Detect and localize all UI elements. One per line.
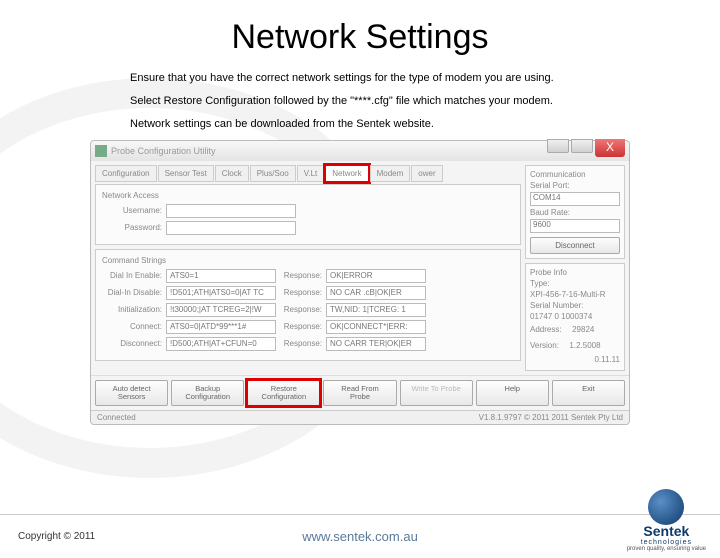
response-label: Response: [280,288,322,297]
probe-serial-label: Serial Number: [530,301,620,310]
baud-rate-label: Baud Rate: [530,208,620,217]
copyright: Copyright © 2011 [18,531,95,542]
cmd-label: Disconnect: [102,339,162,348]
cmd-label: Initialization: [102,305,162,314]
command-row: Connect: Response: [102,320,514,334]
command-strings-group: Command Strings Dial In Enable: Response:… [95,249,521,361]
tab-clock[interactable]: Clock [215,165,249,182]
write-to-probe-button[interactable]: Write To Probe [400,380,473,407]
cmd-label: Dial-In Disable: [102,288,162,297]
response-input[interactable] [326,320,426,334]
probe-ver: 1.2.5008 [569,341,600,350]
app-window: Probe Configuration Utility X Configurat… [90,140,630,426]
response-label: Response: [280,271,322,280]
backup-config-button[interactable]: BackupConfiguration [171,380,244,407]
desc-line-3: Network settings can be downloaded from … [130,117,590,132]
tab-sensor-test[interactable]: Sensor Test [158,165,214,182]
desc-line-1: Ensure that you have the correct network… [130,71,590,86]
minimize-button[interactable] [547,139,569,153]
probe-ver-label: Version: [530,341,559,350]
response-input[interactable] [326,286,426,300]
baud-rate-select[interactable]: 9600 [530,219,620,233]
tab-plus-soo[interactable]: Plus/Soo [250,165,296,182]
probe-info-label: Probe Info [530,268,620,277]
cmd-label: Dial In Enable: [102,271,162,280]
probe-serial: 01747 0 1000374 [530,312,620,321]
probe-type-label: Type: [530,279,620,288]
response-label: Response: [280,339,322,348]
tabs: Configuration Sensor Test Clock Plus/Soo… [95,165,521,182]
footer-url: www.sentek.com.au [302,529,418,544]
tab-configuration[interactable]: Configuration [95,165,157,182]
logo-tag: proven quality, ensuring value [627,546,706,552]
tab-modem[interactable]: Modem [370,165,411,182]
disconnect-button[interactable]: Disconnect [530,237,620,254]
status-left: Connected [97,413,136,422]
cmd-input[interactable] [166,303,276,317]
titlebar: Probe Configuration Utility X [91,141,629,161]
slide-title: Network Settings [0,18,720,57]
auto-detect-button[interactable]: Auto detectSensors [95,380,168,407]
exit-button[interactable]: Exit [552,380,625,407]
help-button[interactable]: Help [476,380,549,407]
response-label: Response: [280,305,322,314]
probe-addr: 29824 [572,325,594,334]
status-right: V1.8.1.9797 © 2011 2011 Sentek Pty Ltd [479,413,623,422]
password-label: Password: [102,223,162,232]
command-row: Disconnect: Response: [102,337,514,351]
password-input[interactable] [166,221,296,235]
cmd-input[interactable] [166,286,276,300]
response-input[interactable] [326,337,426,351]
command-strings-label: Command Strings [102,256,514,265]
restore-config-label: RestoreConfiguration [262,384,307,401]
tab-power[interactable]: ower [411,165,442,182]
username-input[interactable] [166,204,296,218]
logo: Sentek technologies proven quality, ensu… [627,489,706,552]
cmd-input[interactable] [166,269,276,283]
network-access-label: Network Access [102,191,514,200]
cmd-label: Connect: [102,322,162,331]
tab-network[interactable]: Network [325,165,368,182]
maximize-button[interactable] [571,139,593,153]
response-input[interactable] [326,269,426,283]
restore-config-button[interactable]: RestoreConfiguration [247,380,320,407]
network-access-group: Network Access Username: Password: [95,184,521,245]
cmd-input[interactable] [166,337,276,351]
logo-text: Sentek [627,523,706,539]
username-label: Username: [102,206,162,215]
app-icon [95,145,107,157]
response-input[interactable] [326,303,426,317]
probe-addr-label: Address: [530,325,562,334]
bottom-buttons: Auto detectSensors BackupConfiguration R… [91,375,629,411]
command-row: Initialization: Response: [102,303,514,317]
command-row: Dial In Enable: Response: [102,269,514,283]
read-from-probe-button[interactable]: Read FromProbe [323,380,396,407]
tab-network-label: Network [332,169,361,178]
desc-line-2: Select Restore Configuration followed by… [130,94,590,109]
serial-port-select[interactable]: COM14 [530,192,620,206]
probe-ver2: 0.11.11 [530,355,620,364]
communication-group: Communication Serial Port: COM14 Baud Ra… [525,165,625,259]
tab-vlt[interactable]: V.Lt [297,165,325,182]
logo-sub: technologies [627,539,706,546]
serial-port-label: Serial Port: [530,181,620,190]
footer: Copyright © 2011 www.sentek.com.au Sente… [0,514,720,558]
statusbar: Connected V1.8.1.9797 © 2011 2011 Sentek… [91,410,629,424]
command-row: Dial-In Disable: Response: [102,286,514,300]
probe-type: XPI-456-7-16-Multi-R [530,290,620,299]
close-button[interactable]: X [595,139,625,157]
response-label: Response: [280,322,322,331]
communication-label: Communication [530,170,620,179]
logo-icon [648,489,684,525]
cmd-input[interactable] [166,320,276,334]
titlebar-text: Probe Configuration Utility [111,146,216,156]
probe-info-group: Probe Info Type: XPI-456-7-16-Multi-R Se… [525,263,625,371]
